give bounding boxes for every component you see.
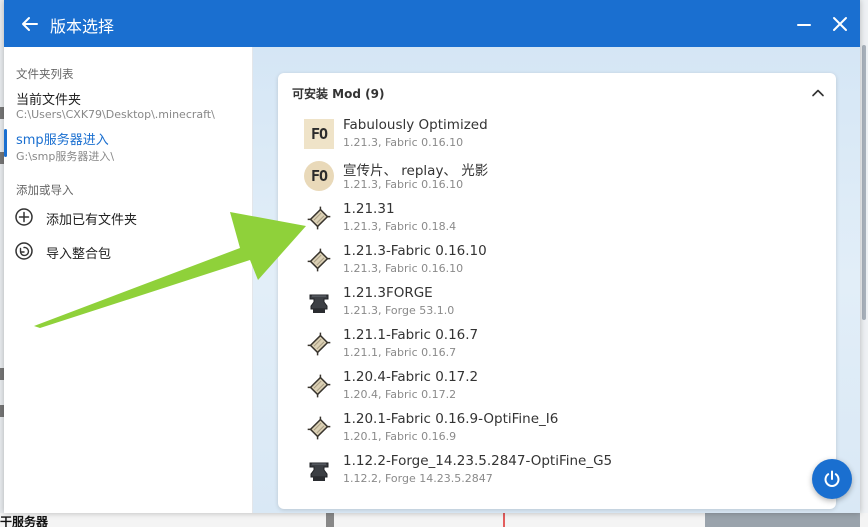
version-name: 1.20.4-Fabric 0.17.2 — [343, 369, 479, 385]
sidebar: 文件夹列表 当前文件夹 C:\Users\CXK79\Desktop\.mine… — [4, 47, 253, 513]
forge-anvil-icon — [309, 462, 329, 481]
version-item[interactable]: 1.20.1-Fabric 0.16.9-OptiFine_I6 1.20.1, … — [278, 409, 836, 451]
fo-square-icon: FO — [304, 119, 334, 149]
version-icon — [304, 287, 334, 317]
background-bar — [326, 513, 334, 527]
version-details: 1.20.1, Fabric 0.16.9 — [343, 430, 457, 443]
fabric-icon — [307, 248, 331, 272]
version-details: 1.21.3, Fabric 0.16.10 — [343, 178, 464, 191]
main-panel: 可安装 Mod (9) FO Fabulously Optimized 1.21.3… — [253, 47, 860, 513]
folder-item-smp[interactable]: smp服务器进入 G:\smp服务器进入\ — [4, 129, 253, 169]
close-icon — [833, 17, 847, 31]
version-icon — [304, 371, 334, 401]
import-modpack-button[interactable]: 导入整合包 — [4, 237, 253, 265]
minimize-button[interactable] — [792, 12, 816, 36]
version-icon: FO — [304, 161, 334, 191]
version-name: 宣传片、 replay、 光影 — [343, 163, 489, 179]
background-box — [705, 513, 860, 527]
version-name: 1.21.3FORGE — [343, 285, 433, 301]
background-scroll-thumb — [862, 45, 866, 320]
forge-anvil-icon — [309, 294, 329, 313]
background-text: 干服务器 — [0, 515, 49, 527]
fabric-icon — [307, 416, 331, 440]
window-title: 版本选择 — [50, 17, 115, 36]
section-title: 可安装 Mod (9) — [292, 87, 385, 101]
chevron-up-icon[interactable] — [810, 85, 826, 101]
fabric-icon — [307, 206, 331, 230]
version-icon — [304, 329, 334, 359]
version-item[interactable]: 1.21.1-Fabric 0.16.7 1.21.1, Fabric 0.16.… — [278, 325, 836, 367]
import-modpack-icon — [15, 242, 33, 260]
version-details: 1.21.1, Fabric 0.16.7 — [343, 346, 457, 359]
background-red-line — [503, 513, 505, 527]
add-circle-icon — [15, 208, 33, 226]
version-details: 1.20.4, Fabric 0.17.2 — [343, 388, 457, 401]
version-item[interactable]: 1.21.3-Fabric 0.16.10 1.21.3, Fabric 0.16… — [278, 241, 836, 283]
power-icon — [824, 470, 840, 487]
action-label: 导入整合包 — [46, 247, 112, 262]
mod-list-card: 可安装 Mod (9) FO Fabulously Optimized 1.21.3… — [278, 73, 836, 509]
version-details: 1.21.3, Fabric 0.16.10 — [343, 262, 464, 275]
folder-name: 当前文件夹 — [16, 93, 82, 108]
version-name: 1.21.31 — [343, 201, 395, 217]
version-icon — [304, 413, 334, 443]
version-details: 1.12.2, Forge 14.23.5.2847 — [343, 472, 493, 485]
version-name: 1.21.3-Fabric 0.16.10 — [343, 243, 487, 259]
folder-list-label: 文件夹列表 — [16, 67, 74, 81]
add-existing-folder-button[interactable]: 添加已有文件夹 — [4, 203, 253, 231]
version-item[interactable]: FO 宣传片、 replay、 光影 1.21.3, Fabric 0.16.10 — [278, 157, 836, 199]
close-button[interactable] — [828, 12, 852, 36]
version-item[interactable]: 1.21.31 1.21.3, Fabric 0.18.4 — [278, 199, 836, 241]
back-button[interactable] — [18, 12, 42, 36]
version-icon: FO — [304, 119, 334, 149]
fabric-icon — [307, 332, 331, 356]
launch-button[interactable] — [812, 459, 852, 499]
folder-path: G:\smp服务器进入\ — [16, 150, 115, 163]
version-name: 1.12.2-Forge_14.23.5.2847-OptiFine_G5 — [343, 453, 613, 469]
version-select-window: 版本选择 文件夹列表 当前文件夹 C:\Users\CXK79\Desktop\… — [4, 0, 860, 513]
version-item[interactable]: 1.20.4-Fabric 0.17.2 1.20.4, Fabric 0.17.… — [278, 367, 836, 409]
version-item[interactable]: 1.12.2-Forge_14.23.5.2847-OptiFine_G5 1.1… — [278, 451, 836, 493]
version-icon — [304, 203, 334, 233]
folder-path: C:\Users\CXK79\Desktop\.minecraft\ — [16, 108, 215, 121]
version-details: 1.21.3, Forge 53.1.0 — [343, 304, 455, 317]
action-label: 添加已有文件夹 — [46, 213, 138, 228]
version-name: 1.21.1-Fabric 0.16.7 — [343, 327, 479, 343]
version-item[interactable]: FO Fabulously Optimized 1.21.3, Fabric 0.1… — [278, 115, 836, 157]
folder-item-current[interactable]: 当前文件夹 C:\Users\CXK79\Desktop\.minecraft\ — [4, 89, 253, 129]
active-indicator — [4, 129, 7, 157]
add-import-label: 添加或导入 — [16, 183, 74, 197]
folder-name: smp服务器进入 — [16, 133, 109, 148]
fabric-icon — [307, 374, 331, 398]
version-details: 1.21.3, Fabric 0.18.4 — [343, 220, 457, 233]
version-item[interactable]: 1.21.3FORGE 1.21.3, Forge 53.1.0 — [278, 283, 836, 325]
arrow-left-icon — [22, 17, 38, 31]
version-name: Fabulously Optimized — [343, 117, 488, 133]
version-icon — [304, 455, 334, 485]
minimize-icon — [797, 24, 811, 26]
version-icon — [304, 245, 334, 275]
fo-round-icon: FO — [304, 161, 334, 191]
version-name: 1.20.1-Fabric 0.16.9-OptiFine_I6 — [343, 411, 559, 427]
version-details: 1.21.3, Fabric 0.16.10 — [343, 136, 464, 149]
title-bar: 版本选择 — [4, 0, 860, 47]
